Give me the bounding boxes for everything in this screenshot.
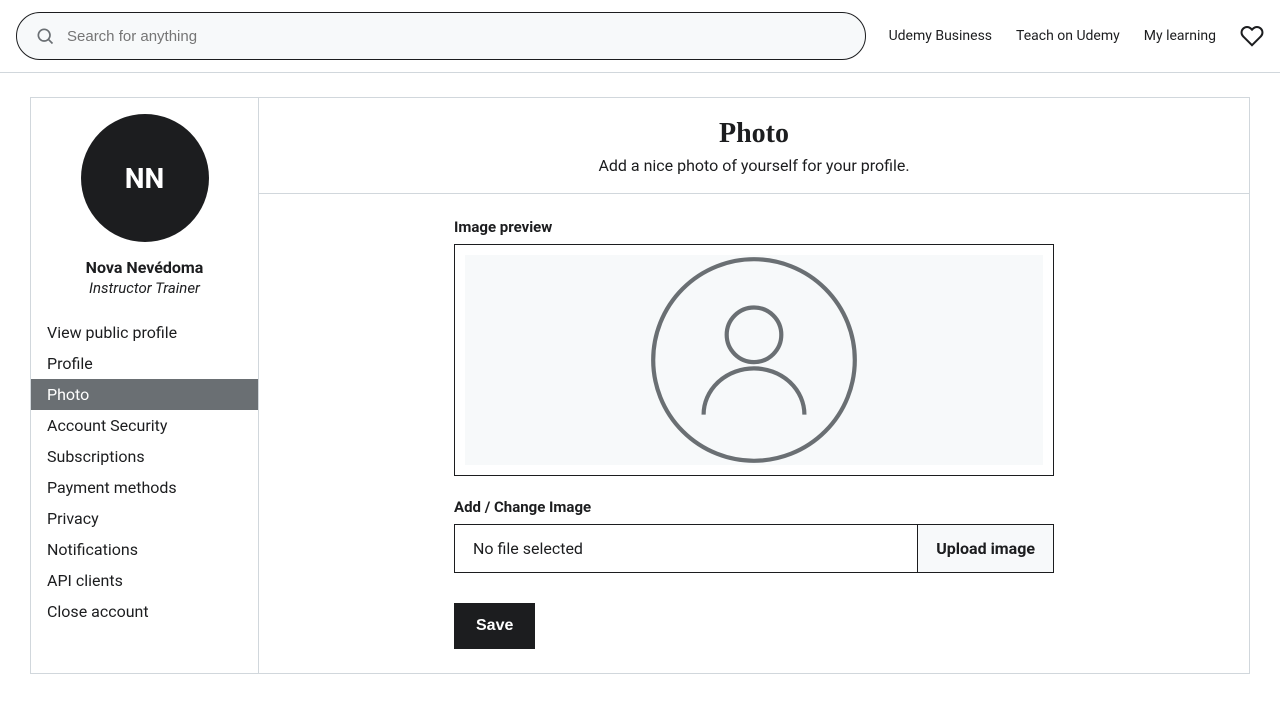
preview-placeholder [465, 255, 1043, 465]
sidebar: NN Nova Nevédoma Instructor Trainer View… [31, 98, 259, 673]
change-label: Add / Change Image [454, 498, 1054, 516]
nav-subscriptions[interactable]: Subscriptions [31, 441, 258, 472]
nav-notifications[interactable]: Notifications [31, 534, 258, 565]
page-title: Photo [259, 118, 1249, 150]
image-preview [454, 244, 1054, 476]
nav-account-security[interactable]: Account Security [31, 410, 258, 441]
user-placeholder-icon [649, 255, 859, 465]
content-container: NN Nova Nevédoma Instructor Trainer View… [30, 97, 1250, 674]
nav-payment-methods[interactable]: Payment methods [31, 472, 258, 503]
upload-button[interactable]: Upload image [917, 525, 1053, 572]
nav-privacy[interactable]: Privacy [31, 503, 258, 534]
page-subtitle: Add a nice photo of yourself for your pr… [259, 156, 1249, 175]
nav-photo[interactable]: Photo [31, 379, 258, 410]
link-teach[interactable]: Teach on Udemy [1016, 28, 1120, 44]
avatar: NN [81, 114, 209, 242]
search-input[interactable] [67, 28, 847, 45]
search-bar[interactable] [16, 12, 866, 60]
preview-label: Image preview [454, 218, 1054, 236]
link-business[interactable]: Udemy Business [889, 28, 992, 44]
main-panel: Photo Add a nice photo of yourself for y… [259, 98, 1249, 673]
search-icon [35, 26, 55, 46]
heart-icon[interactable] [1240, 24, 1264, 48]
save-button[interactable]: Save [454, 603, 535, 649]
top-header: Udemy Business Teach on Udemy My learnin… [0, 0, 1280, 73]
user-role: Instructor Trainer [31, 279, 258, 297]
nav-close-account[interactable]: Close account [31, 596, 258, 627]
header-links: Udemy Business Teach on Udemy My learnin… [889, 24, 1264, 48]
file-row: No file selected Upload image [454, 524, 1054, 573]
nav-profile[interactable]: Profile [31, 348, 258, 379]
main-header: Photo Add a nice photo of yourself for y… [259, 98, 1249, 194]
nav-api-clients[interactable]: API clients [31, 565, 258, 596]
link-learning[interactable]: My learning [1144, 28, 1216, 44]
nav-view-public-profile[interactable]: View public profile [31, 317, 258, 348]
user-name: Nova Nevédoma [31, 258, 258, 277]
avatar-initials: NN [125, 162, 165, 195]
file-status: No file selected [455, 525, 917, 572]
main-body: Image preview Add / Change Image No file… [434, 218, 1074, 649]
